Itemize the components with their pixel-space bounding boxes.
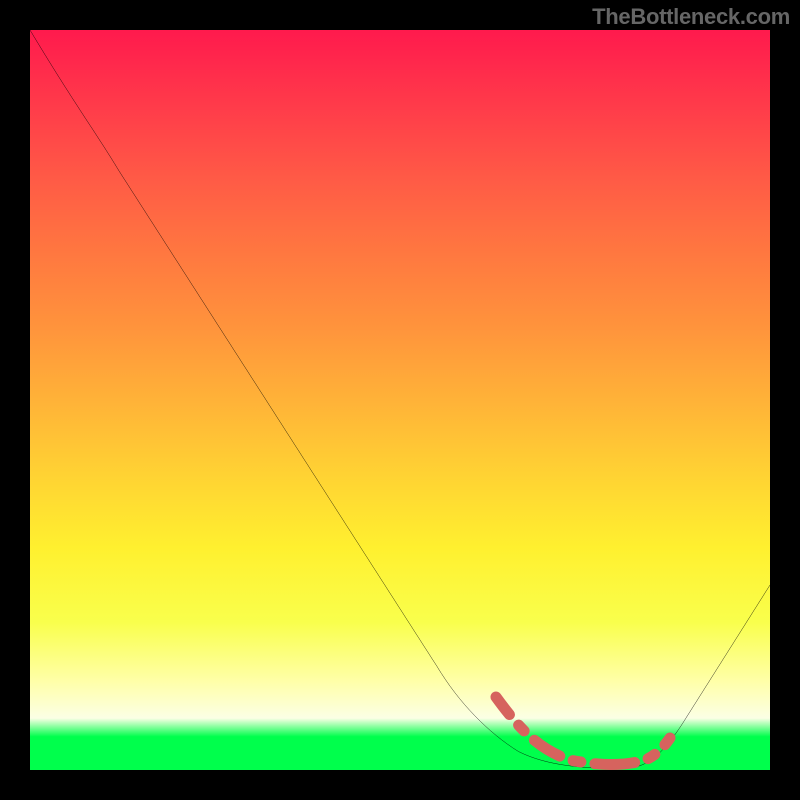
attribution-label: TheBottleneck.com	[592, 4, 790, 30]
optimal-range-marker	[30, 30, 770, 770]
plot-area	[30, 30, 770, 770]
chart-frame: TheBottleneck.com	[0, 0, 800, 800]
marker-path	[496, 697, 670, 765]
